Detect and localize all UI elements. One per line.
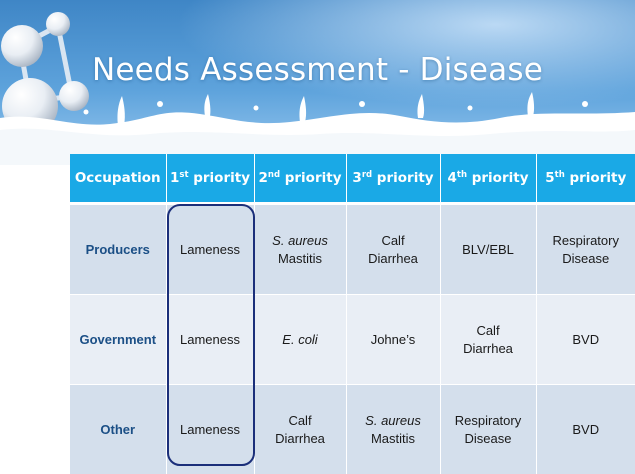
header-priority-1: 1st priority (166, 154, 255, 205)
cell-government-priority-1: Lameness (166, 294, 255, 385)
cell-other-priority-4: Respiratory Disease (440, 384, 537, 474)
slide: Needs Assessment - Disease Occupation 1s… (0, 0, 635, 474)
header-priority-2: 2nd priority (254, 154, 347, 205)
slide-title: Needs Assessment - Disease (92, 52, 543, 88)
cell-producers-priority-2: S. aureus Mastitis (254, 203, 347, 295)
row-label-other: Other (70, 384, 167, 474)
cell-producers-priority-3: Calf Diarrhea (346, 203, 441, 295)
cell-other-priority-2: Calf Diarrhea (254, 384, 347, 474)
table-row-other: Other Lameness Calf Diarrhea S. aureus M… (70, 384, 635, 474)
cell-other-priority-3: S. aureus Mastitis (346, 384, 441, 474)
priority-table: Occupation 1st priority 2nd priority 3rd… (70, 154, 635, 474)
header-priority-4: 4th priority (440, 154, 537, 205)
row-label-producers: Producers (70, 203, 167, 295)
cell-government-priority-3: Johne’s (346, 294, 441, 385)
header-occupation: Occupation (70, 154, 167, 205)
cell-other-priority-1: Lameness (166, 384, 255, 474)
cell-government-priority-5: BVD (536, 294, 635, 385)
cell-government-priority-2: E. coli (254, 294, 347, 385)
header-priority-5: 5th priority (536, 154, 635, 205)
header-priority-3: 3rd priority (346, 154, 441, 205)
table-row-producers: Producers Lameness S. aureus Mastitis Ca… (70, 203, 635, 295)
cell-producers-priority-5: Respiratory Disease (536, 203, 635, 295)
cell-producers-priority-4: BLV/EBL (440, 203, 537, 295)
cell-government-priority-4: Calf Diarrhea (440, 294, 537, 385)
table-row-government: Government Lameness E. coli Johne’s Calf… (70, 294, 635, 385)
cell-producers-priority-1: Lameness (166, 203, 255, 295)
row-label-government: Government (70, 294, 167, 385)
cell-other-priority-5: BVD (536, 384, 635, 474)
table-header-row: Occupation 1st priority 2nd priority 3rd… (70, 154, 635, 205)
